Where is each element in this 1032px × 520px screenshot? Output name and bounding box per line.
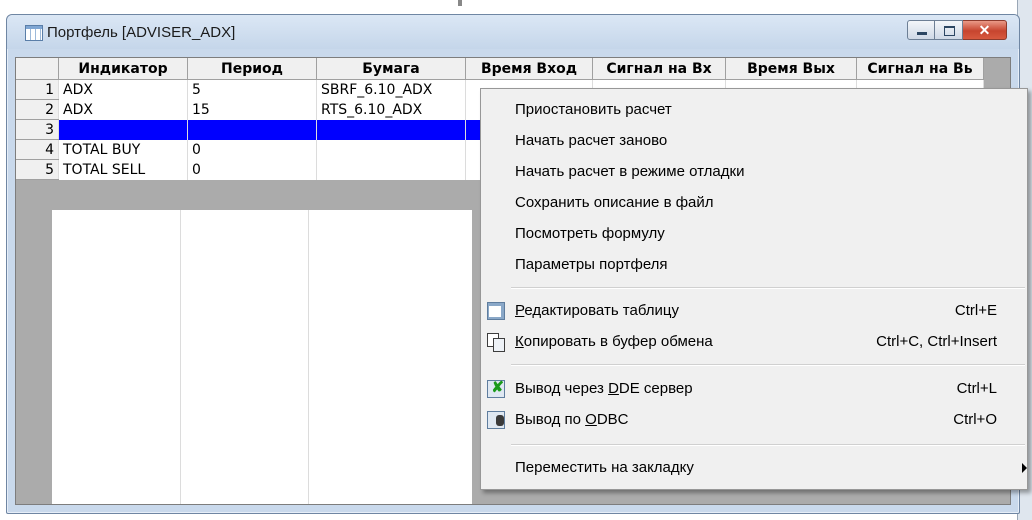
table-cell[interactable]: 0	[187, 139, 317, 160]
table-cell[interactable]	[316, 119, 466, 140]
menu-item-label: Начать расчет заново	[515, 132, 668, 149]
title-bar[interactable]: Портфель [ADVISER_ADX] ✕	[7, 15, 1019, 49]
menu-item-hotkey: O	[585, 411, 597, 428]
minimize-icon	[917, 32, 927, 35]
table-cell[interactable]	[58, 119, 188, 140]
menu-item-label: Редактировать таблицу	[515, 302, 679, 319]
menu-item-label: Копировать в буфер обмена	[515, 333, 713, 350]
menu-item-label-pre: Вывод через	[515, 380, 609, 397]
edit-table-icon	[487, 302, 505, 320]
menu-item-save-description[interactable]: Сохранить описание в файл	[481, 188, 1027, 218]
menu-item-shortcut: Ctrl+C, Ctrl+Insert	[876, 333, 997, 350]
maximize-icon	[944, 26, 955, 36]
menu-separator	[511, 287, 1025, 289]
menu-item-label: Вывод по ODBC	[515, 411, 629, 428]
column-header[interactable]: Бумага	[316, 58, 466, 80]
row-number[interactable]: 1	[16, 79, 59, 100]
menu-item-label: Посмотреть формулу	[515, 225, 665, 242]
odbc-icon	[487, 411, 505, 429]
background-marker	[458, 0, 462, 6]
menu-item-view-formula[interactable]: Посмотреть формулу	[481, 219, 1027, 249]
menu-item-copy-clipboard[interactable]: Копировать в буфер обмена Ctrl+C, Ctrl+I…	[481, 327, 1027, 357]
menu-item-pause-calculation[interactable]: Приостановить расчет	[481, 95, 1027, 125]
submenu-arrow-icon	[1022, 463, 1027, 473]
context-menu: Приостановить расчет Начать расчет занов…	[480, 88, 1028, 490]
table-cell[interactable]: RTS_6.10_ADX	[316, 99, 466, 120]
table-cell[interactable]: 0	[187, 159, 317, 180]
row-number[interactable]: 4	[16, 139, 59, 160]
menu-item-label-pre: Вывод по	[515, 411, 586, 428]
menu-item-label: Начать расчет в режиме отладки	[515, 163, 745, 180]
table-cell[interactable]: 5	[187, 79, 317, 100]
column-divider	[180, 210, 181, 504]
menu-item-hotkey: D	[608, 380, 619, 397]
column-header[interactable]: Время Вых	[725, 58, 857, 80]
menu-item-label: Вывод через DDE сервер	[515, 380, 693, 397]
menu-item-label-rest: DBC	[596, 411, 629, 428]
table-cell[interactable]	[316, 139, 466, 160]
table-cell[interactable]: ADX	[58, 79, 188, 100]
column-header[interactable]: Сигнал на Вь	[856, 58, 984, 80]
menu-item-label-rest: едактировать таблицу	[524, 302, 679, 319]
menu-item-odbc-output[interactable]: Вывод по ODBC Ctrl+O	[481, 405, 1027, 435]
menu-item-shortcut: Ctrl+L	[956, 380, 997, 397]
column-header[interactable]: Время Вход	[465, 58, 593, 80]
table-cell[interactable]: ADX	[58, 99, 188, 120]
window-title: Портфель [ADVISER_ADX]	[47, 24, 236, 41]
menu-item-label-rest: DE сервер	[618, 380, 693, 397]
row-number[interactable]: 5	[16, 159, 59, 180]
corner-cell[interactable]	[16, 58, 59, 80]
row-number[interactable]: 3	[16, 119, 59, 140]
close-icon: ✕	[978, 22, 991, 38]
menu-item-dde-output[interactable]: ✘ Вывод через DDE сервер Ctrl+L	[481, 374, 1027, 404]
table-cell[interactable]: TOTAL SELL	[58, 159, 188, 180]
menu-item-label: Сохранить описание в файл	[515, 194, 714, 211]
menu-item-shortcut: Ctrl+O	[953, 411, 997, 428]
table-cell[interactable]	[316, 159, 466, 180]
table-cell[interactable]: SBRF_6.10_ADX	[316, 79, 466, 100]
row-number[interactable]: 2	[16, 99, 59, 120]
column-header[interactable]: Индикатор	[58, 58, 188, 80]
empty-white-columns	[52, 210, 472, 504]
menu-item-debug-calculation[interactable]: Начать расчет в режиме отладки	[481, 157, 1027, 187]
menu-item-portfolio-settings[interactable]: Параметры портфеля	[481, 250, 1027, 280]
minimize-button[interactable]	[907, 20, 935, 40]
window-controls: ✕	[907, 20, 1007, 42]
menu-separator	[511, 364, 1025, 366]
column-header[interactable]: Сигнал на Вх	[592, 58, 726, 80]
menu-item-label-rest: опировать в буфер обмена	[523, 333, 713, 350]
table-cell[interactable]	[187, 119, 317, 140]
menu-item-label: Переместить на закладку	[515, 459, 694, 476]
menu-item-move-to-tab[interactable]: Переместить на закладку	[481, 453, 1027, 483]
copy-icon	[487, 333, 505, 352]
menu-separator	[511, 444, 1025, 446]
menu-item-hotkey: К	[515, 333, 524, 350]
table-icon	[25, 25, 43, 41]
menu-item-hotkey: Р	[515, 302, 525, 319]
menu-item-restart-calculation[interactable]: Начать расчет заново	[481, 126, 1027, 156]
close-button[interactable]: ✕	[963, 20, 1007, 40]
table-cell[interactable]: TOTAL BUY	[58, 139, 188, 160]
maximize-button[interactable]	[935, 20, 963, 40]
menu-item-label: Параметры портфеля	[515, 256, 668, 273]
column-header[interactable]: Период	[187, 58, 317, 80]
menu-item-edit-table[interactable]: Редактировать таблицу Ctrl+E	[481, 296, 1027, 326]
dde-server-icon: ✘	[487, 380, 505, 398]
table-cell[interactable]: 15	[187, 99, 317, 120]
menu-item-shortcut: Ctrl+E	[954, 302, 997, 319]
header-row: Индикатор Период Бумага Время Вход Сигна…	[16, 58, 984, 80]
column-divider	[308, 210, 309, 504]
menu-item-label: Приостановить расчет	[515, 101, 672, 118]
